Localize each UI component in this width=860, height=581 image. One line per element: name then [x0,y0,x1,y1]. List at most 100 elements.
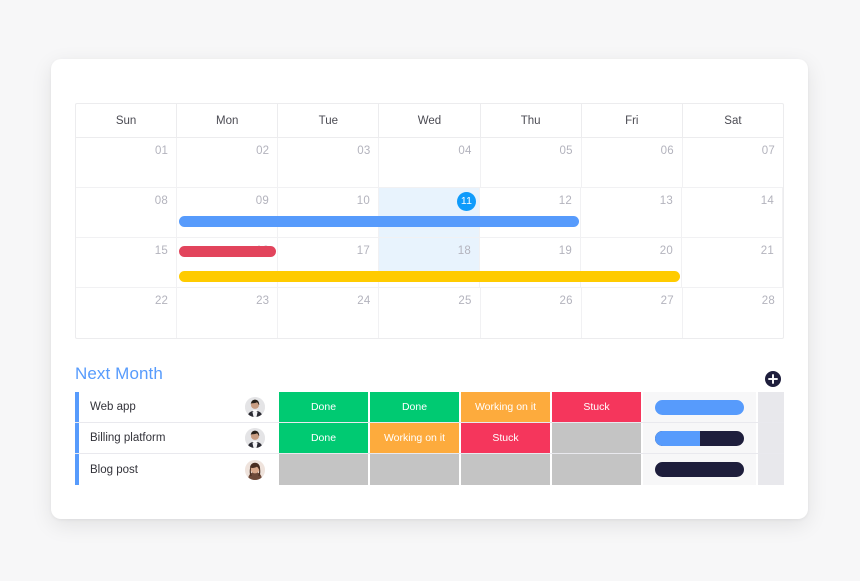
calendar-grid: Sun Mon Tue Wed Thu Fri Sat 01 02 03 04 05 06 07 08 09… [75,103,784,339]
next-month-title: Next Month [75,364,163,383]
progress-track [655,430,744,446]
calendar-day-number: 18 [457,245,471,257]
calendar-day-number: 21 [760,245,774,257]
row-avatar-cell[interactable] [231,392,279,422]
row-name-cell[interactable]: Blog post [79,454,231,485]
calendar-week-2: 15161718192021 [76,238,783,288]
calendar-day-21[interactable]: 21 [682,238,783,288]
calendar-blue-event[interactable] [178,216,579,227]
calendar-week-1: 08 09 10 11 12 13 14 [76,188,783,274]
calendar-day-26[interactable]: 26 [481,288,582,338]
calendar-day-25[interactable]: 25 [379,288,481,338]
calendar-day-number: 19 [558,245,572,257]
status-cell[interactable] [461,454,552,485]
row-tail-cell[interactable] [758,392,784,422]
status-cell[interactable] [552,454,643,485]
calendar-day-01[interactable]: 01 [76,138,178,188]
calendar-day-12[interactable]: 12 [480,188,581,238]
row-avatar-cell[interactable] [231,423,279,453]
progress-track [655,462,744,477]
calendar-today-badge: 11 [457,192,476,211]
row-name-label: Web app [90,401,136,413]
status-cell[interactable]: Done [279,423,370,453]
calendar-day-27[interactable]: 27 [582,288,683,338]
row-tail-cell[interactable] [758,423,784,453]
table-row[interactable]: Web app Done Done Working on it Stuck [75,392,784,423]
calendar-red-event[interactable] [178,246,276,257]
progress-cell[interactable] [643,392,758,422]
row-name-cell[interactable]: Web app [79,392,231,422]
calendar-weekday-wed: Wed [379,104,481,138]
calendar-day-07[interactable]: 07 [682,138,783,188]
status-label: Working on it [383,432,446,444]
calendar-day-number: 06 [660,145,674,157]
calendar-day-number: 23 [256,295,270,307]
status-cell[interactable] [279,454,370,485]
calendar-day-number: 13 [659,195,673,207]
calendar-day-number: 09 [255,195,269,207]
calendar-day-28[interactable]: 28 [683,288,783,338]
calendar-day-number: 24 [357,295,371,307]
calendar-day-number: 26 [559,295,573,307]
row-tail-cell[interactable] [758,454,784,485]
calendar-weeks: 0102030405060708091011121314151617181920… [76,138,783,338]
plus-circle-icon[interactable] [764,370,782,388]
calendar-day-13[interactable]: 13 [581,188,682,238]
calendar-day-09[interactable]: 09 [177,188,278,238]
row-name-label: Blog post [90,463,138,476]
status-cell[interactable]: Working on it [461,392,552,422]
avatar-man-1 [245,397,265,417]
calendar-day-11[interactable]: 11 [379,188,480,274]
calendar-day-number: 03 [357,145,371,157]
calendar-day-number: 14 [760,195,774,207]
calendar-day-number: 07 [761,145,775,157]
status-cell[interactable]: Done [279,392,370,422]
status-cell[interactable] [552,423,643,453]
calendar-day-02[interactable]: 02 [177,138,279,188]
progress-cell[interactable] [643,454,758,485]
calendar-day-number: 15 [154,245,168,257]
calendar-weekday-sun: Sun [76,104,178,138]
calendar-day-23[interactable]: 23 [177,288,279,338]
calendar-yellow-event[interactable] [178,271,680,282]
status-cell[interactable] [370,454,461,485]
status-cell[interactable]: Done [370,392,461,422]
calendar-day-08[interactable]: 08 [76,188,177,238]
calendar-weekday-mon: Mon [177,104,279,138]
status-label: Done [310,432,337,444]
calendar-day-03[interactable]: 03 [278,138,380,188]
calendar-weekday-header: Sun Mon Tue Wed Thu Fri Sat [76,104,783,138]
calendar-day-22[interactable]: 22 [76,288,178,338]
row-name-label: Billing platform [90,432,166,444]
status-label: Stuck [583,401,610,413]
status-cell[interactable]: Stuck [552,392,643,422]
calendar-day-15[interactable]: 15 [76,238,177,288]
avatar-woman-1 [245,459,265,480]
table-row[interactable]: Billing platform Done Working on it Stuck [75,423,784,454]
calendar-day-04[interactable]: 04 [379,138,481,188]
calendar-day-10[interactable]: 10 [278,188,379,238]
calendar-day-24[interactable]: 24 [278,288,380,338]
status-label: Working on it [474,401,537,413]
calendar-day-06[interactable]: 06 [581,138,683,188]
status-cell[interactable]: Working on it [370,423,461,453]
calendar-day-05[interactable]: 05 [480,138,582,188]
progress-fill [655,430,700,446]
avatar-man-2 [245,428,265,448]
calendar-day-number: 25 [458,295,472,307]
row-avatar-cell[interactable] [231,454,279,485]
calendar-day-number: 20 [659,245,673,257]
calendar-day-number: 28 [761,295,775,307]
progress-cell[interactable] [643,423,758,453]
calendar-day-number: 04 [458,145,472,157]
calendar-day-14[interactable]: 14 [682,188,783,238]
status-label: Done [401,401,428,413]
calendar-week-3: 22 23 24 25 26 27 28 [76,288,783,338]
status-cell[interactable]: Stuck [461,423,552,453]
row-name-cell[interactable]: Billing platform [79,423,231,453]
calendar-day-number: 12 [558,195,572,207]
table-row[interactable]: Blog post [75,454,784,485]
progress-fill [655,399,744,415]
calendar-day-number: 27 [660,295,674,307]
calendar-week-0: 01 02 03 04 05 06 07 [76,138,783,188]
